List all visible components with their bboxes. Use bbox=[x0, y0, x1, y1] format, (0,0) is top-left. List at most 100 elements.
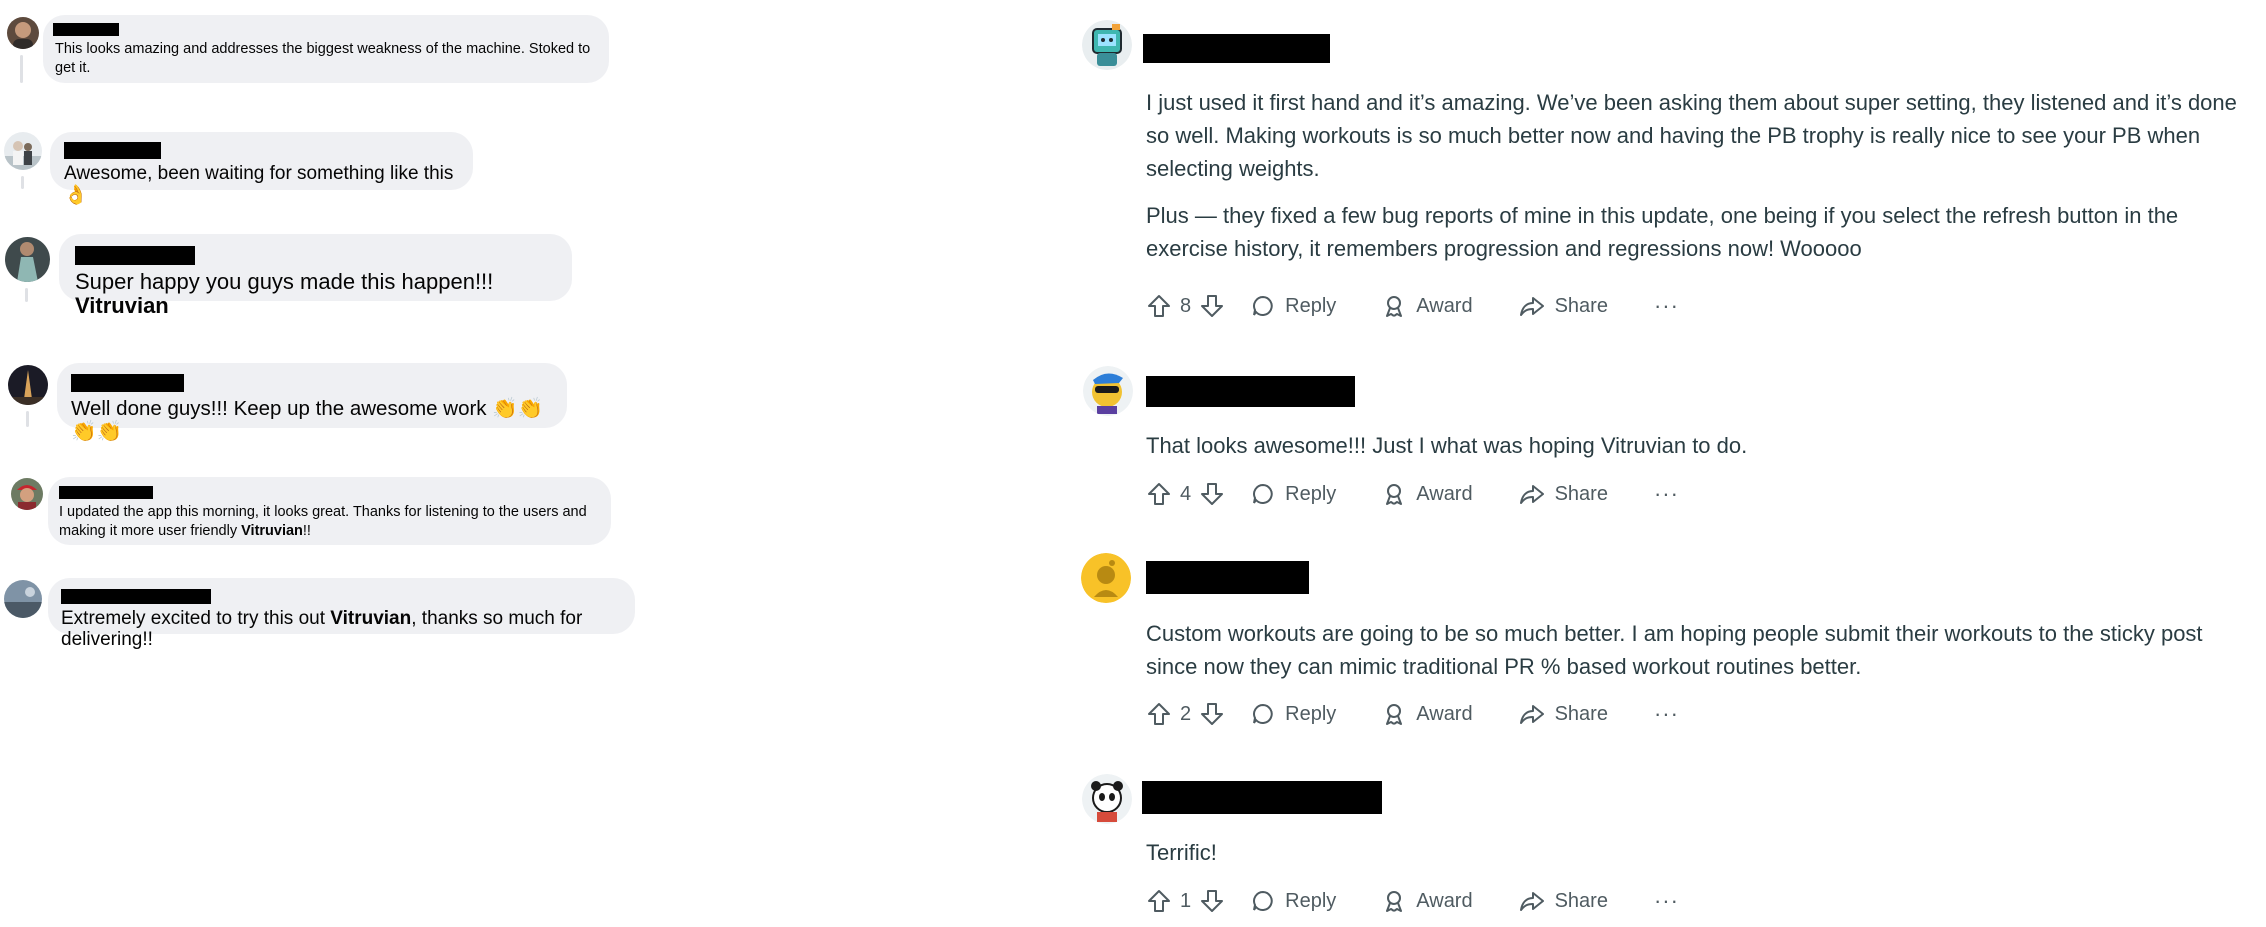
comment-paragraph: I just used it first hand and it’s amazi… bbox=[1146, 90, 2237, 181]
redacted-username bbox=[1143, 34, 1330, 63]
redacted-username bbox=[1146, 376, 1355, 407]
avatar-default-snoo-icon bbox=[1081, 553, 1131, 603]
more-options-ellipsis-icon[interactable]: ··· bbox=[1654, 293, 1679, 319]
speech-bubble-icon bbox=[1253, 295, 1273, 316]
downvote-arrow-icon[interactable] bbox=[1199, 481, 1225, 507]
action-bar: 8 Reply Award Share ··· bbox=[1146, 288, 1679, 324]
avatar-snoo-panda-icon bbox=[1082, 774, 1132, 824]
action-bar: 2 Reply Award Share ··· bbox=[1146, 696, 1679, 732]
award-button[interactable]: Award bbox=[1382, 294, 1473, 318]
vote-controls: 2 bbox=[1146, 701, 1225, 727]
share-arrow-icon bbox=[1519, 892, 1544, 911]
avatar-wedding-photo-icon bbox=[4, 132, 42, 170]
avatar[interactable] bbox=[4, 580, 42, 618]
comment-paragraph: Custom workouts are going to be so much … bbox=[1146, 621, 2203, 679]
comment-body: I just used it first hand and it’s amazi… bbox=[1146, 86, 2256, 279]
comment-body: That looks awesome!!! Just I what was ho… bbox=[1146, 429, 2256, 476]
ok-hand-emoji-icon: 👌 bbox=[64, 185, 88, 206]
avatar-landscape-icon bbox=[4, 580, 42, 618]
upvote-arrow-icon[interactable] bbox=[1146, 888, 1172, 914]
vote-count: 2 bbox=[1180, 702, 1192, 725]
share-button[interactable]: Share bbox=[1519, 482, 1608, 506]
more-options-ellipsis-icon[interactable]: ··· bbox=[1654, 481, 1679, 507]
share-arrow-icon bbox=[1519, 485, 1544, 504]
comment-bubble: Awesome, been waiting for something like… bbox=[50, 132, 473, 206]
avatar[interactable] bbox=[5, 237, 50, 282]
reply-button[interactable]: Reply bbox=[1251, 294, 1336, 318]
award-ribbon-icon bbox=[1386, 891, 1403, 912]
vote-count: 1 bbox=[1180, 889, 1192, 912]
share-button[interactable]: Share bbox=[1519, 889, 1608, 913]
action-bar: 4 Reply Award Share ··· bbox=[1146, 476, 1679, 512]
avatar-snoo-sunglasses-icon bbox=[1083, 366, 1133, 416]
redacted-username bbox=[59, 486, 153, 499]
comment-bubble: I updated the app this morning, it looks… bbox=[48, 477, 611, 545]
comment-bubble: Well done guys!!! Keep up the awesome wo… bbox=[57, 363, 567, 443]
comment-paragraph: That looks awesome!!! Just I what was ho… bbox=[1146, 433, 1748, 458]
redacted-username bbox=[53, 23, 119, 36]
reply-button[interactable]: Reply bbox=[1251, 702, 1336, 726]
comment-text: Well done guys!!! Keep up the awesome wo… bbox=[71, 397, 544, 443]
vote-controls: 8 bbox=[1146, 293, 1225, 319]
more-options-ellipsis-icon[interactable]: ··· bbox=[1654, 701, 1679, 727]
comment-body: Custom workouts are going to be so much … bbox=[1146, 617, 2256, 697]
comment-text: Awesome, been waiting for something like… bbox=[64, 163, 454, 206]
award-ribbon-icon bbox=[1386, 484, 1403, 505]
redacted-username bbox=[71, 374, 184, 392]
redacted-username bbox=[1146, 561, 1309, 594]
upvote-arrow-icon[interactable] bbox=[1146, 293, 1172, 319]
upvote-arrow-icon[interactable] bbox=[1146, 701, 1172, 727]
avatar[interactable] bbox=[1081, 553, 1131, 603]
comment-text: This looks amazing and addresses the big… bbox=[55, 41, 591, 76]
speech-bubble-icon bbox=[1253, 703, 1273, 724]
thread-line bbox=[26, 411, 29, 427]
avatar[interactable] bbox=[1082, 774, 1132, 824]
downvote-arrow-icon[interactable] bbox=[1199, 888, 1225, 914]
downvote-arrow-icon[interactable] bbox=[1199, 293, 1225, 319]
comment-text: I updated the app this morning, it looks… bbox=[59, 504, 587, 539]
redacted-username bbox=[75, 246, 195, 265]
comment-bubble: Super happy you guys made this happen!!!… bbox=[59, 234, 572, 318]
vote-count: 4 bbox=[1180, 482, 1192, 505]
avatar[interactable] bbox=[1082, 20, 1132, 70]
downvote-arrow-icon[interactable] bbox=[1199, 701, 1225, 727]
award-ribbon-icon bbox=[1386, 704, 1403, 725]
award-button[interactable]: Award bbox=[1382, 482, 1473, 506]
upvote-arrow-icon[interactable] bbox=[1146, 481, 1172, 507]
avatar[interactable] bbox=[11, 478, 43, 510]
reply-button[interactable]: Reply bbox=[1251, 889, 1336, 913]
award-button[interactable]: Award bbox=[1382, 889, 1473, 913]
thread-line bbox=[21, 176, 24, 189]
redacted-username bbox=[64, 142, 161, 159]
more-options-ellipsis-icon[interactable]: ··· bbox=[1654, 888, 1679, 914]
avatar[interactable] bbox=[7, 17, 39, 49]
avatar[interactable] bbox=[8, 365, 48, 405]
thread-line bbox=[25, 288, 28, 302]
avatar-man-red-cap-icon bbox=[11, 478, 43, 510]
vote-count: 8 bbox=[1180, 294, 1192, 317]
redacted-username bbox=[1142, 781, 1382, 814]
comment-paragraph: Terrific! bbox=[1146, 840, 1217, 865]
comment-body: Terrific! bbox=[1146, 836, 2256, 883]
speech-bubble-icon bbox=[1253, 483, 1273, 504]
avatar-woman-dress-icon bbox=[5, 237, 50, 282]
award-button[interactable]: Award bbox=[1382, 702, 1473, 726]
share-button[interactable]: Share bbox=[1519, 294, 1608, 318]
action-bar: 1 Reply Award Share ··· bbox=[1146, 883, 1679, 919]
avatar[interactable] bbox=[4, 132, 42, 170]
share-button[interactable]: Share bbox=[1519, 702, 1608, 726]
thread-line bbox=[20, 55, 23, 83]
share-arrow-icon bbox=[1519, 297, 1544, 316]
reply-button[interactable]: Reply bbox=[1251, 482, 1336, 506]
comment-text: Extremely excited to try this out Vitruv… bbox=[61, 608, 583, 650]
comment-bubble: This looks amazing and addresses the big… bbox=[43, 15, 609, 83]
comment-text: Super happy you guys made this happen!!!… bbox=[75, 269, 494, 318]
avatar[interactable] bbox=[1083, 366, 1133, 416]
award-ribbon-icon bbox=[1386, 296, 1403, 317]
vote-controls: 4 bbox=[1146, 481, 1225, 507]
redacted-username bbox=[61, 589, 211, 604]
avatar-night-tower-icon bbox=[8, 365, 48, 405]
comment-paragraph: Plus — they fixed a few bug reports of m… bbox=[1146, 203, 2179, 261]
share-arrow-icon bbox=[1519, 705, 1544, 724]
vote-controls: 1 bbox=[1146, 888, 1225, 914]
